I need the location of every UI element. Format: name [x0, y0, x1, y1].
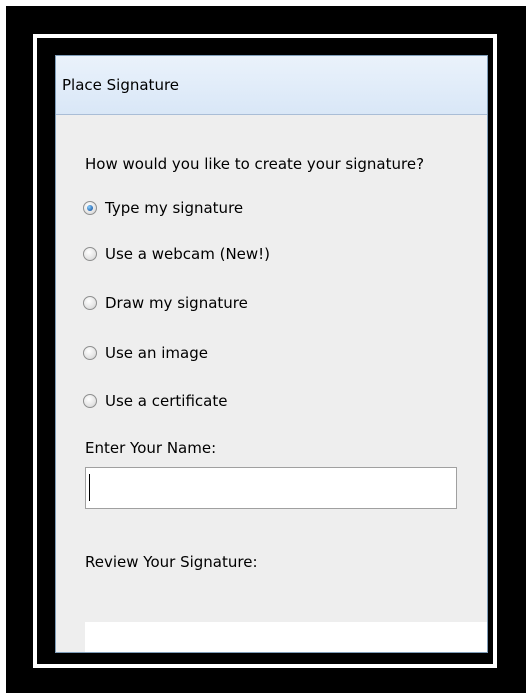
dialog-title: Place Signature: [62, 76, 180, 94]
name-input[interactable]: [85, 467, 457, 509]
radio-button-checked[interactable]: [83, 201, 97, 215]
option-use-certificate[interactable]: Use a certificate: [83, 389, 227, 413]
text-cursor: [89, 474, 90, 501]
option-label: Draw my signature: [105, 294, 248, 312]
option-label: Type my signature: [105, 199, 244, 217]
radio-button[interactable]: [83, 296, 97, 310]
signature-method-prompt: How would you like to create your signat…: [85, 155, 425, 173]
option-draw-signature[interactable]: Draw my signature: [83, 291, 248, 315]
option-use-image[interactable]: Use an image: [83, 341, 208, 365]
option-label: Use a webcam (New!): [105, 245, 271, 263]
option-label: Use a certificate: [105, 392, 228, 410]
signature-preview-area: [85, 622, 487, 652]
review-signature-label: Review Your Signature:: [85, 553, 258, 571]
place-signature-dialog: Place Signature How would you like to cr…: [55, 55, 488, 653]
name-field-label: Enter Your Name:: [85, 439, 217, 457]
option-label: Use an image: [105, 344, 208, 362]
radio-button[interactable]: [83, 394, 97, 408]
option-type-signature[interactable]: Type my signature: [83, 196, 243, 220]
option-use-webcam[interactable]: Use a webcam (New!): [83, 242, 270, 266]
radio-button[interactable]: [83, 247, 97, 261]
radio-button[interactable]: [83, 346, 97, 360]
dialog-titlebar: Place Signature: [56, 56, 487, 115]
